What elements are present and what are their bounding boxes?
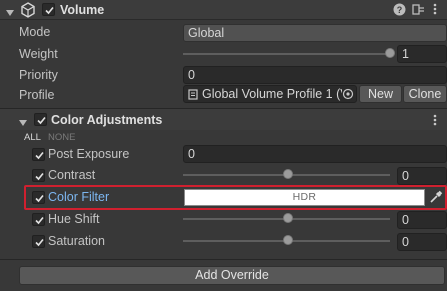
color-filter-swatch[interactable]: HDR: [184, 189, 425, 206]
mode-dropdown[interactable]: Global: [183, 24, 447, 42]
hue-shift-override-checkbox[interactable]: [32, 213, 45, 226]
foldout-arrow-icon[interactable]: [6, 6, 14, 20]
hue-shift-value: 0: [402, 213, 409, 227]
saturation-value: 0: [402, 235, 409, 249]
override-enabled-checkbox[interactable]: [34, 113, 47, 126]
priority-label: Priority: [19, 68, 58, 82]
post-exposure-field[interactable]: 0: [183, 145, 447, 163]
hue-shift-slider-thumb[interactable]: [283, 213, 293, 223]
weight-slider-track[interactable]: [183, 53, 390, 55]
hue-shift-field[interactable]: 0: [397, 211, 447, 229]
priority-value: 0: [188, 68, 195, 82]
add-override-button[interactable]: Add Override: [19, 266, 445, 285]
component-menu-icon[interactable]: [432, 2, 438, 19]
saturation-field[interactable]: 0: [397, 233, 447, 251]
contrast-value: 0: [402, 169, 409, 183]
hue-shift-label: Hue Shift: [48, 212, 100, 226]
none-toggle[interactable]: NONE: [48, 132, 75, 143]
volume-profile-icon: [188, 89, 198, 102]
bottom-divider: [0, 259, 447, 260]
weight-value: 1: [402, 47, 409, 61]
eyedropper-icon[interactable]: [428, 189, 444, 208]
preset-icon[interactable]: [412, 3, 425, 19]
svg-text:?: ?: [397, 5, 403, 15]
priority-field[interactable]: 0: [183, 66, 447, 84]
profile-value: Global Volume Profile 1 (V: [202, 87, 349, 101]
help-icon[interactable]: ?: [393, 3, 406, 19]
cube-icon: [20, 2, 36, 21]
contrast-override-checkbox[interactable]: [32, 169, 45, 182]
color-filter-override-checkbox[interactable]: [32, 191, 45, 204]
override-title: Color Adjustments: [51, 113, 163, 127]
weight-field[interactable]: 1: [397, 45, 447, 63]
weight-label: Weight: [19, 47, 58, 61]
all-toggle[interactable]: ALL: [24, 132, 41, 143]
mode-label: Mode: [19, 25, 51, 39]
mode-value: Global: [188, 26, 225, 40]
weight-slider-thumb[interactable]: [385, 48, 395, 58]
new-profile-button[interactable]: New: [359, 85, 402, 103]
saturation-label: Saturation: [48, 234, 105, 248]
override-foldout-arrow-icon[interactable]: [19, 116, 27, 130]
profile-label: Profile: [19, 88, 55, 102]
contrast-label: Contrast: [48, 168, 96, 182]
saturation-override-checkbox[interactable]: [32, 235, 45, 248]
post-exposure-label: Post Exposure: [48, 147, 130, 161]
post-exposure-value: 0: [188, 147, 195, 161]
color-filter-label: Color Filter: [48, 190, 110, 204]
clone-profile-button[interactable]: Clone: [403, 85, 447, 103]
contrast-slider-thumb[interactable]: [283, 169, 293, 179]
component-title: Volume: [60, 3, 105, 17]
override-menu-icon[interactable]: [432, 113, 438, 130]
object-picker-icon[interactable]: [342, 88, 354, 102]
component-header: Volume ?: [0, 0, 447, 20]
post-exposure-override-checkbox[interactable]: [32, 148, 45, 161]
profile-object-field[interactable]: Global Volume Profile 1 (V: [183, 85, 357, 103]
color-filter-hdr-text: HDR: [292, 191, 317, 203]
contrast-field[interactable]: 0: [397, 167, 447, 185]
saturation-slider-thumb[interactable]: [283, 235, 293, 245]
component-enabled-checkbox[interactable]: [42, 3, 55, 16]
